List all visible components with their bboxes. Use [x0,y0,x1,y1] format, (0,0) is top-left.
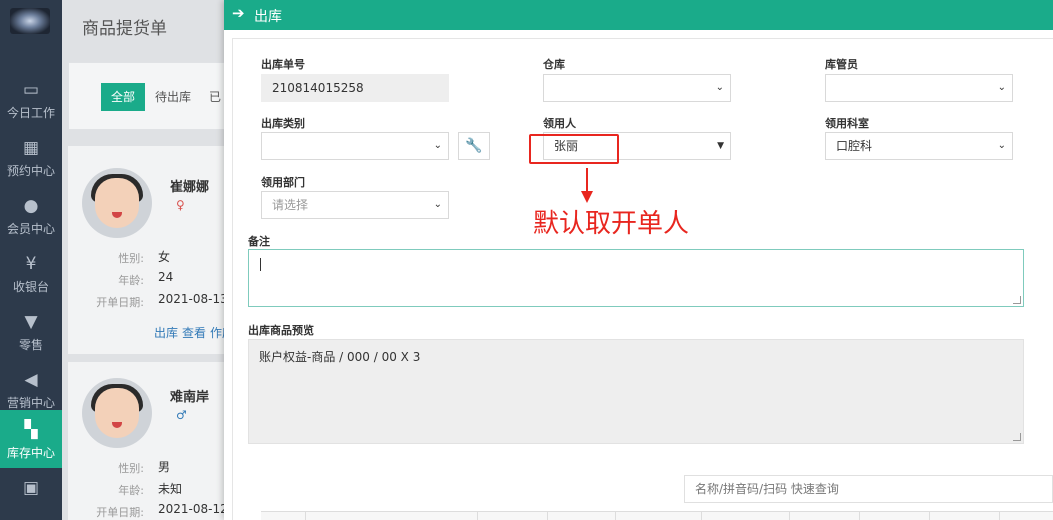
tab-pending[interactable]: 待出库 [155,83,191,111]
type-select[interactable]: ⌄ [261,132,449,160]
chevron-down-icon: ⌄ [997,140,1006,151]
calendar-icon: ▦ [22,138,40,158]
resize-handle[interactable] [1013,296,1021,304]
preview-label: 出库商品预览 [248,324,314,337]
yen-icon: ¥ [25,254,37,274]
age-value: 未知 [158,482,183,496]
preview-text: 账户权益-商品 / 000 / 00 X 3 [259,350,421,364]
avatar [82,378,152,448]
outbound-link[interactable]: 出库 [154,324,178,341]
chevron-down-icon: ⌄ [715,82,724,93]
annotation-text: 默认取开单人 [533,209,690,239]
tab-done[interactable]: 已 [209,83,221,111]
keeper-label: 库管员 [825,58,858,71]
sidebar-item-label: 今日工作 [6,106,55,120]
wrench-icon: 🔧 [465,138,483,154]
annotation-highlight-box [529,134,619,164]
wrench-button[interactable]: 🔧 [458,132,490,160]
gender-label: 性别: [118,462,144,475]
date-label: 开单日期: [96,296,144,309]
dept-placeholder: 请选择 [272,198,309,212]
chevron-down-icon: ⌄ [433,199,442,210]
tab-all[interactable]: 全部 [101,83,146,111]
avatar [82,168,152,238]
search-placeholder: 名称/拼音码/扫码 快速查询 [695,482,839,496]
sidebar-item-inventory[interactable]: ▚ 库存中心 [0,410,62,468]
briefcase-icon: ▣ [22,478,40,498]
preview-textarea: 账户权益-商品 / 000 / 00 X 3 [248,339,1024,444]
order-no-label: 出库单号 [261,58,305,71]
grid-icon: ▚ [24,420,38,440]
caret-down-icon: ▼ [717,141,724,151]
warehouse-label: 仓库 [543,58,565,71]
order-no-value: 210814015258 [272,81,364,95]
order-no-field: 210814015258 [261,74,449,102]
sidebar-item-label: 库存中心 [6,446,55,460]
users-icon: ● [23,196,39,216]
keeper-select[interactable]: ⌄ [825,74,1013,102]
background-page: 商品提货单 全部 待出库 已 崔娜娜 ♀ 性别: 女 年龄: 24 开单日期: … [62,0,237,520]
customer-name: 难南岸 [170,390,210,405]
sidebar: ▭ 今日工作 ▦ 预约中心 ● 会员中心 ¥ 收银台 ▼ 零售 ◀ 营销中心 ▚… [0,0,62,520]
sidebar-item-label: 零售 [18,338,43,352]
dept-office-select[interactable]: 口腔科 ⌄ [825,132,1013,160]
warehouse-select[interactable]: ⌄ [543,74,731,102]
gender-value: 男 [158,460,171,474]
dept-office-label: 领用科室 [825,117,869,130]
type-label: 出库类别 [261,117,305,130]
filter-tabs: 全部 待出库 已 [68,62,237,130]
dialog-header: ➔ 出库 [224,0,1053,30]
date-label: 开单日期: [96,506,144,519]
dialog-title: 出库 [254,9,282,25]
logo [10,8,50,34]
receiver-label: 领用人 [543,117,576,130]
female-icon: ♀ [176,198,185,212]
sidebar-item-label: 会员中心 [6,222,55,236]
quick-search-input[interactable]: 名称/拼音码/扫码 快速查询 [684,475,1053,503]
sidebar-item-retail[interactable]: ▼ 零售 [0,302,62,360]
list-item: 崔娜娜 ♀ 性别: 女 年龄: 24 开单日期: 2021-08-13 17 出… [68,146,237,354]
product-table-header [261,511,1053,520]
sidebar-item-members[interactable]: ● 会员中心 [0,186,62,244]
list-item: 难南岸 ♂ 性别: 男 年龄: 未知 开单日期: 2021-08-12 11 [68,362,237,520]
age-value: 24 [158,270,174,284]
chevron-down-icon: ⌄ [433,140,442,151]
gender-label: 性别: [118,252,144,265]
dept-office-value: 口腔科 [836,139,873,153]
gender-value: 女 [158,250,171,264]
laptop-icon: ▭ [22,80,40,100]
resize-handle[interactable] [1013,433,1021,441]
page-title: 商品提货单 [82,19,167,39]
dept-select[interactable]: 请选择 ⌄ [261,191,449,219]
male-icon: ♂ [176,408,187,422]
text-cursor [260,258,261,271]
annotation-arrow-head [581,191,593,203]
megaphone-icon: ◀ [24,370,38,390]
sidebar-item-booking[interactable]: ▦ 预约中心 [0,128,62,186]
arrow-right-icon: ➔ [232,4,245,22]
cart-icon: ▼ [24,312,38,332]
age-label: 年龄: [118,484,144,497]
remark-label: 备注 [248,235,270,248]
sidebar-item-label: 预约中心 [6,164,55,178]
chevron-down-icon: ⌄ [997,82,1006,93]
sidebar-item-label: 营销中心 [6,396,55,410]
customer-name: 崔娜娜 [170,180,210,195]
dept-label: 领用部门 [261,176,305,189]
sidebar-item-label: 收银台 [12,280,49,294]
remark-textarea[interactable] [248,249,1024,307]
view-link[interactable]: 查看 [182,324,206,341]
sidebar-item-cashier[interactable]: ¥ 收银台 [0,244,62,302]
sidebar-item-today-work[interactable]: ▭ 今日工作 [0,70,62,128]
age-label: 年龄: [118,274,144,287]
sidebar-item-more[interactable]: ▣ [0,468,62,520]
